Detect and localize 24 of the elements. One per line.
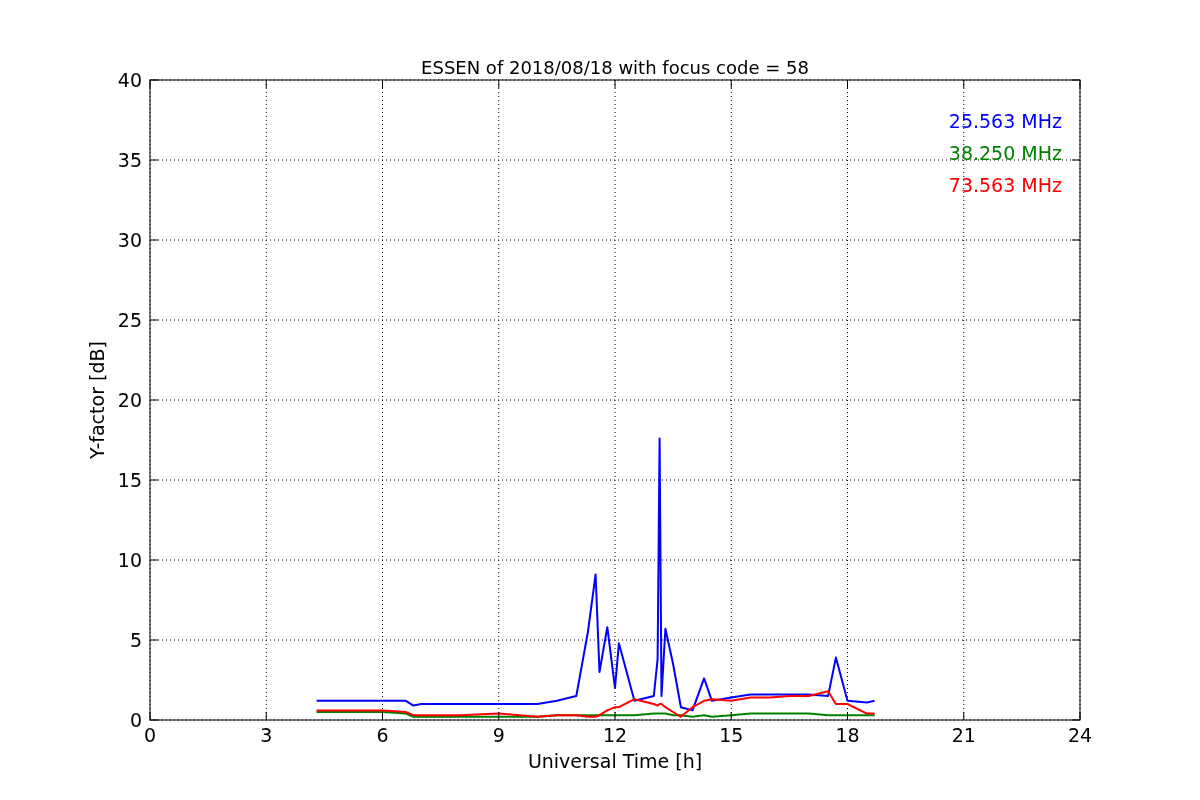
x-tick-label: 3 (260, 724, 273, 746)
y-tick-label: 40 (117, 69, 142, 91)
x-tick-label: 0 (143, 724, 157, 746)
x-tick-label: 18 (835, 724, 860, 746)
legend-label: 25.563 MHz (948, 110, 1062, 132)
x-tick-label: 6 (376, 724, 389, 746)
y-tick-label: 20 (117, 389, 142, 411)
x-tick-label: 24 (1067, 724, 1093, 746)
y-tick-label: 30 (117, 229, 142, 251)
x-axis-label: Universal Time [h] (527, 750, 703, 772)
legend-label: 73.563 MHz (948, 174, 1062, 196)
x-tick-label: 9 (492, 724, 505, 746)
y-tick-label: 35 (117, 149, 142, 171)
y-tick-label: 15 (117, 469, 142, 491)
y-tick-label: 5 (129, 629, 142, 651)
y-tick-label: 0 (129, 709, 142, 731)
x-tick-label: 21 (951, 724, 976, 746)
y-axis-label: Y-factor [dB] (86, 341, 108, 459)
y-tick-label: 25 (117, 309, 142, 331)
x-tick-label: 15 (719, 724, 744, 746)
x-tick-label: 12 (602, 724, 628, 746)
legend-label: 38.250 MHz (948, 142, 1062, 164)
y-tick-label: 10 (117, 549, 142, 571)
chart-title: ESSEN of 2018/08/18 with focus code = 58 (421, 57, 809, 78)
